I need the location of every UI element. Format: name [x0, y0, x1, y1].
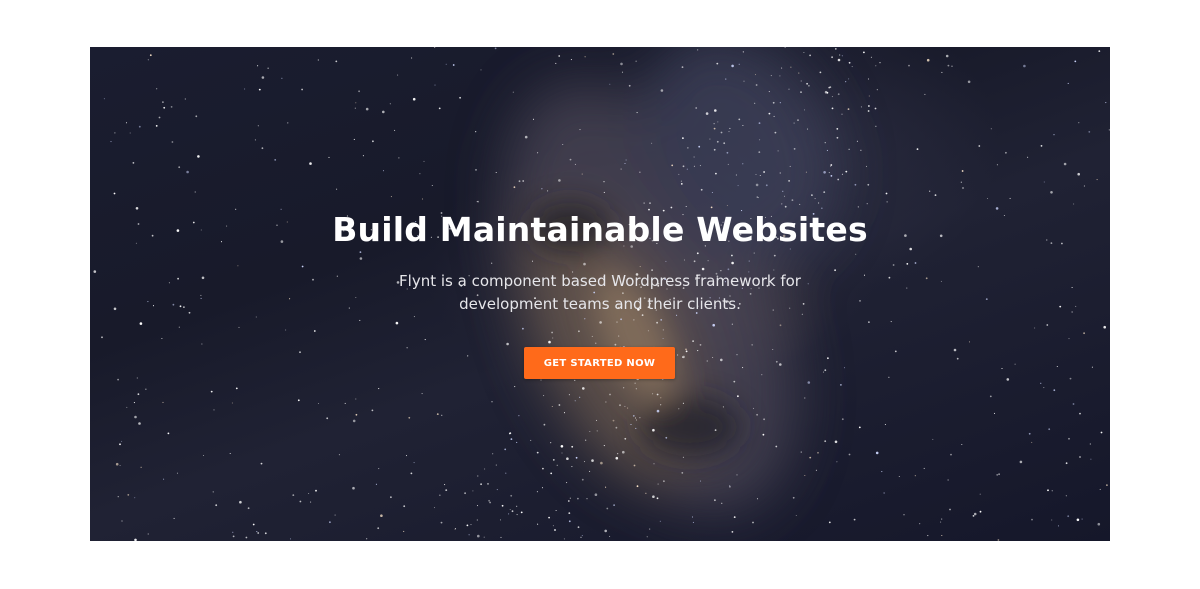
get-started-button[interactable]: GET STARTED NOW: [524, 347, 675, 379]
hero-subtitle: Flynt is a component based Wordpress fra…: [399, 272, 801, 313]
hero-title: Build Maintainable Websites: [332, 210, 868, 249]
hero-section: Build Maintainable Websites Flynt is a c…: [90, 47, 1110, 541]
hero-content: Build Maintainable Websites Flynt is a c…: [90, 47, 1110, 541]
